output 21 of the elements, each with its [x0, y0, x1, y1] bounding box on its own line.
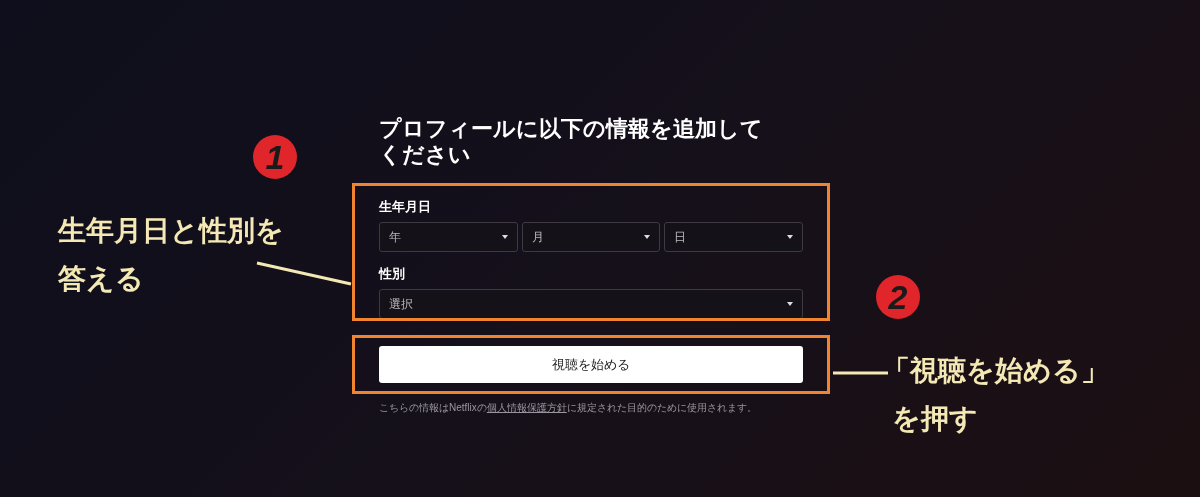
select-dropdown[interactable]: 年: [379, 222, 518, 252]
start-button[interactable]: 視聴を始める: [379, 346, 803, 383]
footer-text: こちらの情報はNetflixの個人情報保護方針に規定された目的のために使用されます。: [379, 401, 758, 415]
caret-icon: [644, 235, 651, 239]
annotation-text: 「視聴を始める」: [882, 354, 1109, 388]
caret-icon: [787, 302, 793, 306]
number-badge: 1: [253, 135, 297, 179]
select-dropdown[interactable]: 月: [521, 222, 661, 252]
select-dropdown[interactable]: 日: [664, 222, 803, 252]
caret-icon: [501, 235, 508, 239]
select-dropdown[interactable]: 選択: [379, 289, 803, 318]
caret-icon: [787, 235, 793, 239]
number-badge: 2: [876, 275, 920, 319]
privacy-link[interactable]: 個人情報保護方針: [486, 402, 567, 413]
annotation-text: 答える: [58, 262, 145, 296]
field-label: 生年月日: [379, 198, 432, 216]
annotation-text: 生年月日と性別を: [58, 214, 284, 248]
field-label: 性別: [379, 265, 406, 283]
form-title: プロフィールに以下の情報を追加して ください: [379, 116, 764, 168]
annotation-text: を押す: [892, 402, 979, 436]
leader-line: [833, 371, 888, 375]
